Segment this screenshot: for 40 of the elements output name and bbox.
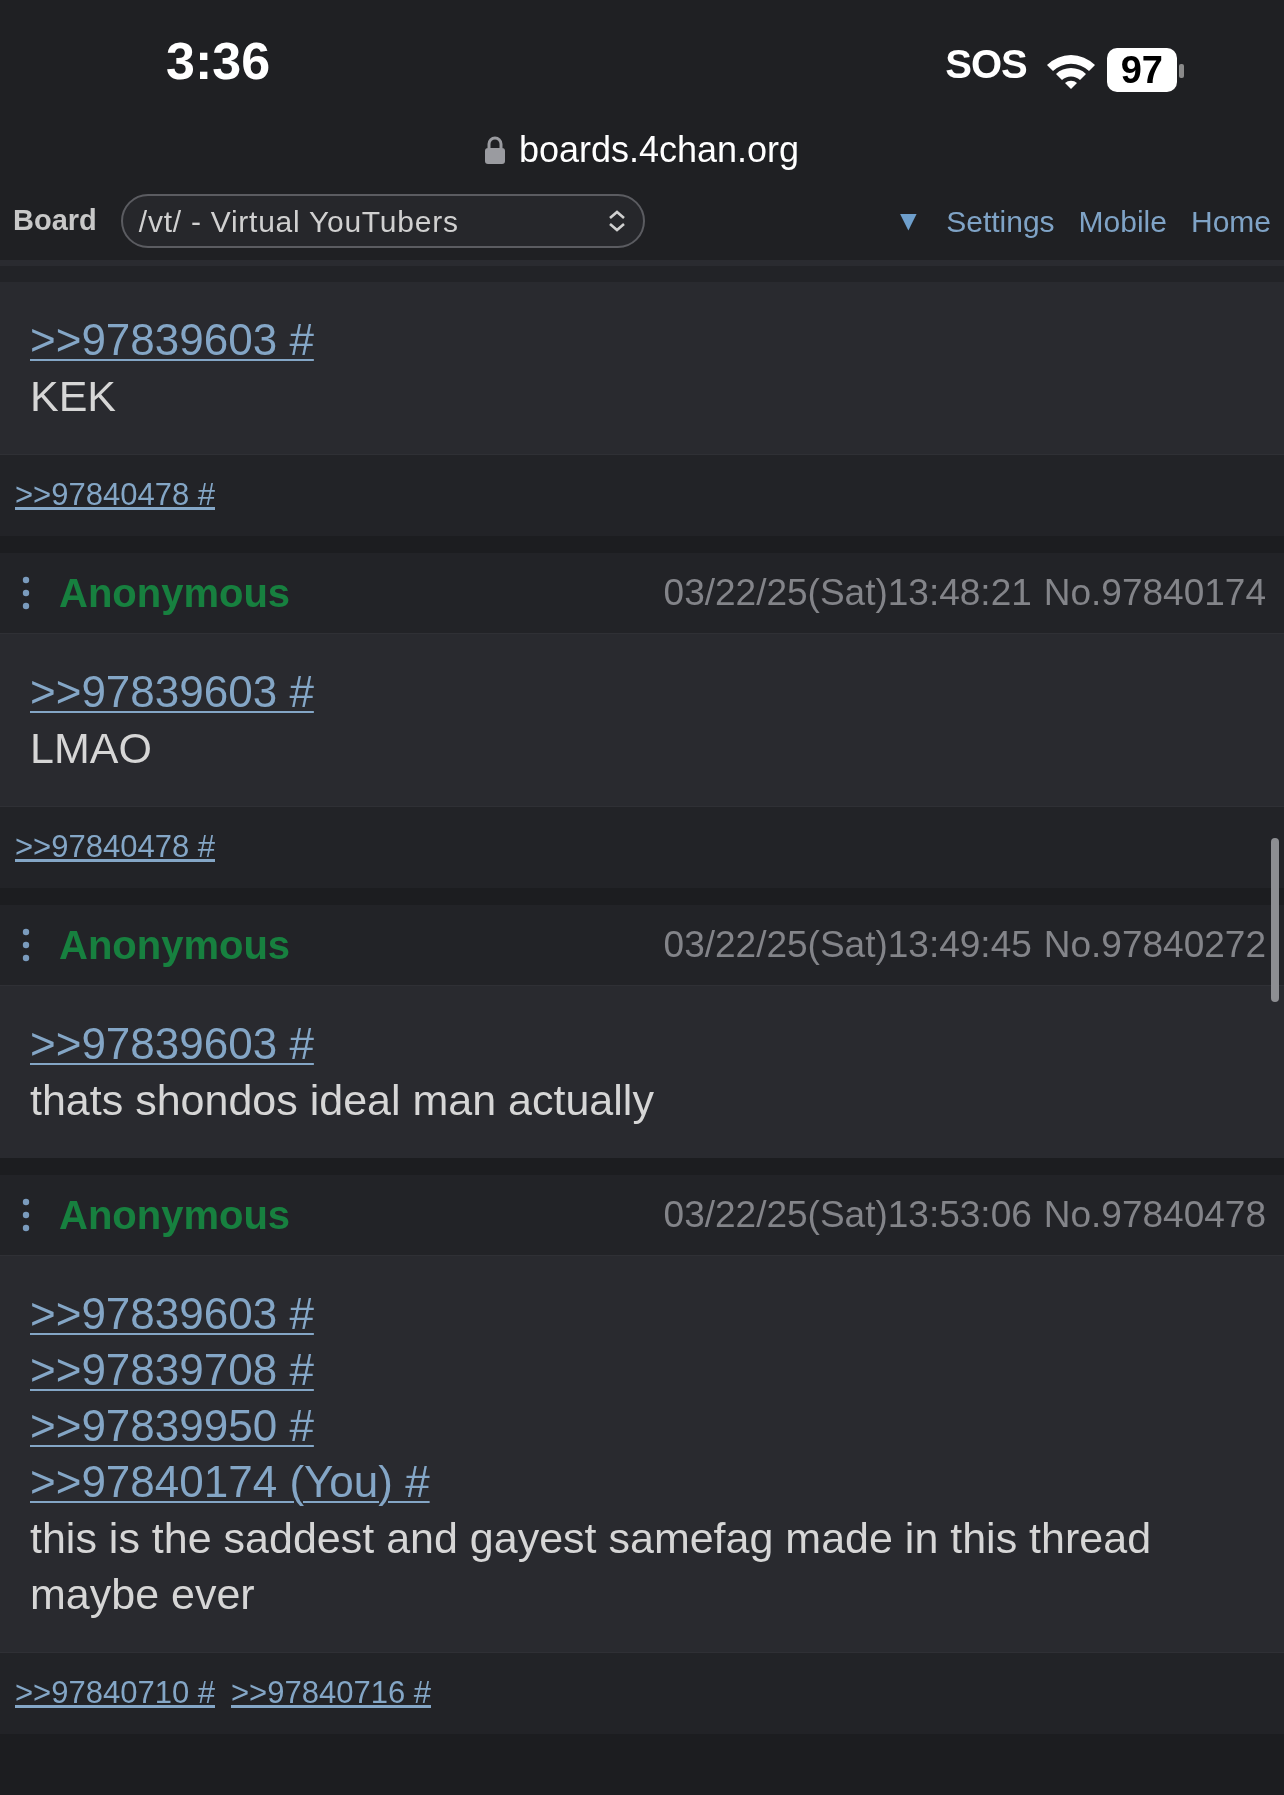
poster-name: Anonymous xyxy=(59,922,291,969)
quote-link[interactable]: >>97839603 # xyxy=(30,664,314,720)
post-date: 03/22/25(Sat)13:53:06 xyxy=(663,1193,1032,1238)
post-number[interactable]: No.97840174 xyxy=(1043,565,1266,621)
post-text: thats shondos ideal man actually xyxy=(30,1075,655,1126)
menu-icon[interactable] xyxy=(22,928,30,962)
nav-link[interactable]: Home xyxy=(1190,198,1271,244)
lock-icon xyxy=(484,136,505,164)
backlink[interactable]: >>97840478 # xyxy=(15,824,215,871)
board-select[interactable]: /vt/ - Virtual YouTubers xyxy=(120,194,645,248)
sos-indicator: SOS xyxy=(945,41,1027,88)
quote-link[interactable]: >>97839603 # xyxy=(30,312,314,368)
status-time: 3:36 xyxy=(166,31,271,92)
poster-name: Anonymous xyxy=(59,1192,291,1239)
quote-link[interactable]: >>97839708 # xyxy=(30,1342,314,1398)
poster-name: Anonymous xyxy=(59,570,291,617)
quote-link[interactable]: >>97839603 # xyxy=(30,1286,314,1342)
backlink[interactable]: >>97840478 # xyxy=(15,472,215,519)
board-label: Board xyxy=(13,203,97,239)
post-text: this is the saddest and gayest samefag made in this thread maybe ever xyxy=(30,1513,1153,1620)
scrollbar-icon xyxy=(1271,838,1279,1002)
quote-link[interactable]: >>97839950 # xyxy=(30,1398,314,1454)
quote-link[interactable]: >>97839603 # xyxy=(30,1016,314,1072)
nav-link[interactable]: Settings xyxy=(946,198,1055,244)
post-text: KEK xyxy=(30,371,118,422)
toggle-arrow[interactable]: ▼ xyxy=(894,200,923,242)
menu-icon[interactable] xyxy=(22,576,30,610)
post-text: LMAO xyxy=(30,723,153,774)
nav-link[interactable]: Mobile xyxy=(1078,198,1167,244)
menu-icon[interactable] xyxy=(22,1198,30,1232)
post-number[interactable]: No.97840272 xyxy=(1043,917,1266,973)
quote-link[interactable]: >>97840174 (You) # xyxy=(30,1454,430,1510)
post-date: 03/22/25(Sat)13:48:21 xyxy=(663,571,1032,616)
backlink[interactable]: >>97840710 # xyxy=(15,1670,215,1717)
battery-indicator: 97 xyxy=(1106,48,1177,92)
post-date: 03/22/25(Sat)13:49:45 xyxy=(663,923,1032,968)
url-text[interactable]: boards.4chan.org xyxy=(518,123,800,177)
backlink[interactable]: >>97840716 # xyxy=(231,1670,431,1717)
battery-tip-icon xyxy=(1179,64,1184,78)
post-number[interactable]: No.97840478 xyxy=(1043,1187,1266,1243)
